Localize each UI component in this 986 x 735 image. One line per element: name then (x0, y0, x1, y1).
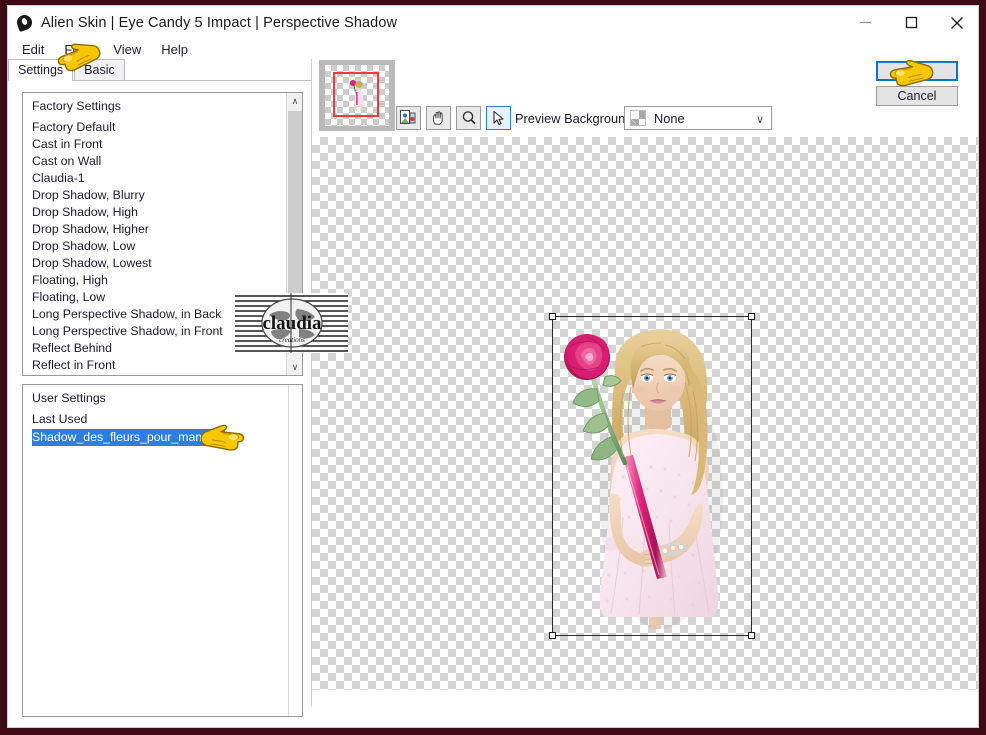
menu-item-view[interactable]: View (104, 41, 150, 58)
svg-text:creations: creations (279, 336, 305, 344)
pointer-hand-cursor-preset (198, 424, 246, 463)
preset-action-buttons: Save Manage (8, 727, 311, 728)
transparency-swatch-icon (630, 110, 646, 126)
settings-panel: Settings Basic Factory Settings Factory … (8, 59, 311, 717)
list-item[interactable]: Floating, High (23, 272, 302, 289)
navigator-thumbnail[interactable] (319, 60, 395, 131)
plugin-window: Alien Skin | Eye Candy 5 Impact | Perspe… (7, 5, 979, 728)
scroll-up-icon[interactable]: ∧ (287, 93, 302, 109)
list-item[interactable]: Claudia-1 (23, 170, 302, 187)
window-controls (842, 6, 978, 39)
menu-item-help[interactable]: Help (152, 41, 197, 58)
list-item[interactable]: Drop Shadow, Lowest (23, 255, 302, 272)
maximize-button[interactable] (888, 6, 934, 39)
preview-background-label: Preview Background: (515, 111, 636, 126)
user-settings-header: User Settings (32, 391, 106, 405)
list-item[interactable]: Cast on Wall (23, 153, 302, 170)
preview-background-value: None (654, 110, 685, 126)
menu-item-edit[interactable]: Edit (13, 41, 53, 58)
navigator-checkerboard (325, 65, 389, 126)
factory-settings-header: Factory Settings (32, 99, 121, 113)
arrow-select-icon[interactable] (486, 106, 511, 130)
selection-bounding-box[interactable] (549, 313, 755, 639)
preview-canvas[interactable] (312, 137, 978, 690)
preview-side: Preview Background: None ∨ OK Cancel (312, 59, 978, 707)
ink-drop-icon (14, 12, 35, 33)
title-bar: Alien Skin | Eye Candy 5 Impact | Perspe… (8, 6, 978, 39)
list-item[interactable]: Factory Default (23, 119, 302, 136)
application-frame: Alien Skin | Eye Candy 5 Impact | Perspe… (0, 0, 986, 735)
pointer-hand-cursor-tab (56, 42, 104, 81)
navigator-viewport-rect[interactable] (333, 72, 379, 117)
tab-strip: Settings Basic (8, 59, 311, 81)
preview-tool-buttons (396, 106, 511, 130)
compare-before-after-icon[interactable] (396, 106, 421, 130)
window-title: Alien Skin | Eye Candy 5 Impact | Perspe… (41, 14, 398, 31)
list-item[interactable]: Drop Shadow, Blurry (23, 187, 302, 204)
user-settings-rows: User Settings Last Used Shadow_des_fleur… (23, 385, 302, 716)
watermark-text: claudia (262, 313, 322, 334)
close-button[interactable] (934, 6, 978, 39)
preview-background-select[interactable]: None ∨ (624, 106, 772, 130)
list-item[interactable]: Drop Shadow, Higher (23, 221, 302, 238)
user-list-scrollbar[interactable] (288, 385, 302, 716)
list-item[interactable]: Reflect in Front (23, 357, 302, 374)
manage-button[interactable]: Manage (191, 727, 275, 728)
list-item[interactable]: Drop Shadow, High (23, 204, 302, 221)
claudia-watermark: claudia creations (235, 293, 348, 353)
save-button[interactable]: Save (45, 727, 129, 728)
pointer-hand-cursor-ok (888, 59, 936, 98)
list-item[interactable]: Cast in Front (23, 136, 302, 153)
hand-pan-icon[interactable] (426, 106, 451, 130)
list-item[interactable]: Last Used (23, 411, 302, 428)
menu-bar: Edit Filter View Help (8, 39, 978, 59)
scrollbar-thumb[interactable] (288, 111, 302, 303)
list-item-selected[interactable]: Shadow_des_fleurs_pour_maman (32, 429, 226, 446)
magnifier-zoom-icon[interactable] (456, 106, 481, 130)
girl-with-rose-artwork (564, 329, 723, 629)
list-item[interactable]: Drop Shadow, Low (23, 238, 302, 255)
chevron-down-icon[interactable]: ∨ (756, 113, 764, 126)
scroll-down-icon[interactable]: ∨ (287, 359, 302, 375)
user-settings-list[interactable]: User Settings Last Used Shadow_des_fleur… (22, 384, 303, 717)
minimize-button[interactable] (842, 6, 888, 39)
